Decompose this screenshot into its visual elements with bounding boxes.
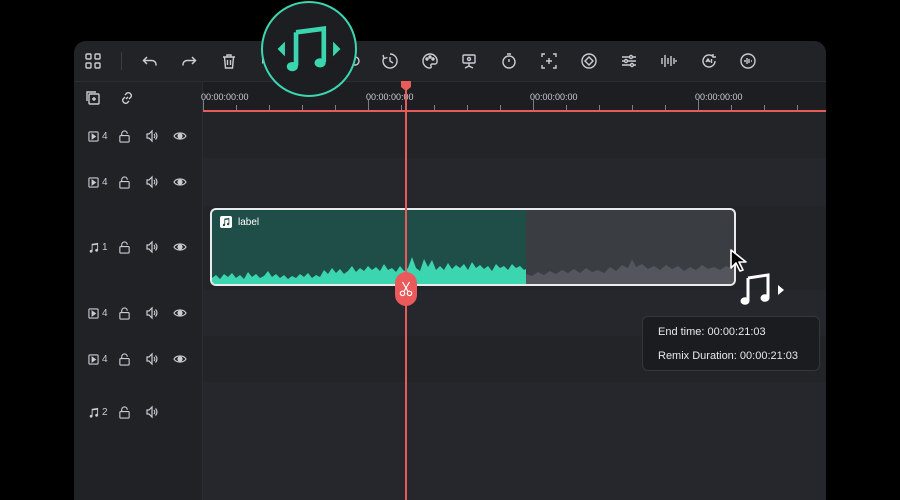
- eye-icon[interactable]: [172, 239, 188, 255]
- track-number: 4: [102, 176, 108, 188]
- freeze-icon[interactable]: [458, 50, 480, 72]
- video-track-icon: [86, 129, 100, 143]
- video-track-icon: [86, 175, 100, 189]
- lock-icon[interactable]: [116, 174, 132, 190]
- volume-icon[interactable]: [144, 404, 160, 420]
- track-header-video: 4: [86, 349, 200, 369]
- ruler-label: 00:00:00:00: [695, 92, 743, 102]
- remix-tooltip: End time: 00:00:21:03 Remix Duration: 00…: [642, 316, 820, 371]
- mouse-cursor-icon: [730, 249, 747, 272]
- audio-remix-highlight[interactable]: [261, 1, 357, 97]
- timer-icon[interactable]: [498, 50, 520, 72]
- track-header-audio: 2: [86, 402, 172, 422]
- lock-icon[interactable]: [116, 128, 132, 144]
- lock-icon[interactable]: [116, 305, 132, 321]
- clip-name: label: [238, 216, 260, 228]
- grid-icon[interactable]: [82, 50, 104, 72]
- ruler-tick: [368, 100, 369, 110]
- lock-icon[interactable]: [116, 404, 132, 420]
- toolbar-divider: [121, 52, 122, 70]
- playhead-handle[interactable]: [400, 80, 412, 92]
- remix-extension-clip[interactable]: [526, 208, 736, 286]
- add-track-icon[interactable]: [83, 88, 103, 108]
- volume-icon[interactable]: [144, 305, 160, 321]
- volume-icon[interactable]: [144, 351, 160, 367]
- delete-icon[interactable]: [218, 50, 240, 72]
- track-lane-video-4a[interactable]: [203, 112, 826, 158]
- scissors-icon: [399, 281, 413, 297]
- eye-icon[interactable]: [172, 128, 188, 144]
- track-number: 4: [102, 307, 108, 319]
- volume-icon[interactable]: [144, 239, 160, 255]
- track-number: 4: [102, 353, 108, 365]
- ruler-label: 00:00:00:00: [201, 92, 249, 102]
- lock-icon[interactable]: [116, 351, 132, 367]
- track-header-video: 4: [86, 172, 200, 192]
- video-track-icon: [86, 352, 100, 366]
- ruler-label: 00:00:00:00: [530, 92, 578, 102]
- music-track-icon: [86, 240, 100, 254]
- track-number: 2: [102, 406, 108, 418]
- audio-beat-icon[interactable]: [658, 50, 680, 72]
- track-header-audio: 1: [86, 237, 200, 257]
- track-header-video: 4: [86, 303, 200, 323]
- keyframe-icon[interactable]: [578, 50, 600, 72]
- track-number: 4: [102, 130, 108, 142]
- ruler-tick: [203, 100, 204, 110]
- ghost-waveform: [526, 259, 734, 284]
- remix-duration-text: Remix Duration: 00:00:21:03: [658, 350, 799, 362]
- eye-icon[interactable]: [172, 351, 188, 367]
- audio-clip[interactable]: label: [210, 208, 526, 286]
- track-number: 1: [102, 241, 108, 253]
- color-icon[interactable]: [419, 50, 441, 72]
- clip-label: label: [220, 216, 259, 228]
- volume-icon[interactable]: [144, 128, 160, 144]
- ruler-tick: [533, 100, 534, 110]
- audio-stretch-icon[interactable]: [737, 50, 759, 72]
- track-lane-audio-2[interactable]: [203, 382, 826, 500]
- volume-icon[interactable]: [144, 174, 160, 190]
- music-remix-icon: [277, 26, 341, 72]
- link-icon[interactable]: [117, 88, 137, 108]
- split-scissors-button[interactable]: [395, 272, 417, 306]
- crop-icon[interactable]: [538, 50, 560, 72]
- video-track-icon: [86, 306, 100, 320]
- redo-icon[interactable]: [178, 50, 200, 72]
- undo-icon[interactable]: [139, 50, 161, 72]
- music-track-icon: [86, 405, 100, 419]
- eye-icon[interactable]: [172, 174, 188, 190]
- music-note-icon: [220, 216, 232, 228]
- music-drag-icon: [740, 273, 784, 305]
- end-time-text: End time: 00:00:21:03: [658, 326, 766, 338]
- ruler-baseline: [203, 110, 826, 112]
- track-lane-video-4b[interactable]: [203, 158, 826, 206]
- adjust-icon[interactable]: [618, 50, 640, 72]
- speed-icon[interactable]: [379, 50, 401, 72]
- eye-icon[interactable]: [172, 305, 188, 321]
- ai-voice-icon[interactable]: [698, 50, 720, 72]
- lock-icon[interactable]: [116, 239, 132, 255]
- toolbar: [74, 41, 826, 82]
- audio-waveform: [212, 257, 526, 284]
- ruler-tick: [698, 100, 699, 110]
- track-header-video: 4: [86, 126, 200, 146]
